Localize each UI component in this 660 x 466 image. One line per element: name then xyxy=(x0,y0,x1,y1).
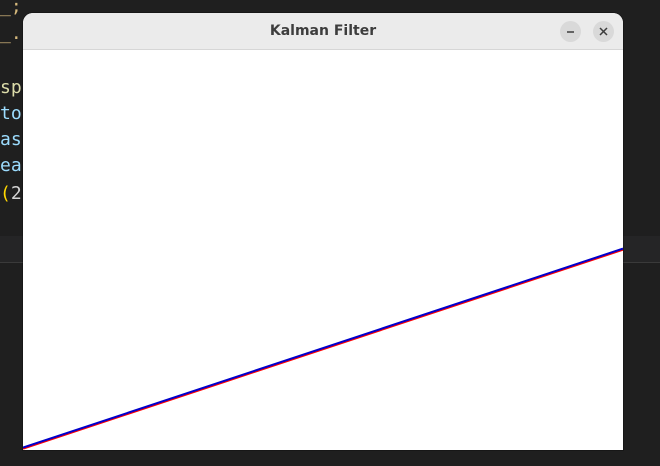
code-fragment: to xyxy=(0,103,22,124)
plot-series-line xyxy=(23,247,623,449)
code-fragment: ea xyxy=(0,155,22,176)
code-fragment: _; xyxy=(0,0,22,17)
window-title: Kalman Filter xyxy=(269,23,377,39)
minimize-icon xyxy=(567,31,574,33)
close-button[interactable] xyxy=(593,21,614,42)
code-fragment: sp xyxy=(0,77,22,98)
code-fragment: as xyxy=(0,129,22,150)
plot-svg xyxy=(23,247,623,450)
code-fragment: _. xyxy=(0,23,22,44)
plot-canvas xyxy=(23,50,623,450)
close-icon xyxy=(599,27,608,36)
kalman-filter-window: Kalman Filter xyxy=(23,13,623,450)
window-titlebar[interactable]: Kalman Filter xyxy=(23,13,623,50)
code-fragment: (2 xyxy=(0,183,22,204)
minimize-button[interactable] xyxy=(560,21,581,42)
